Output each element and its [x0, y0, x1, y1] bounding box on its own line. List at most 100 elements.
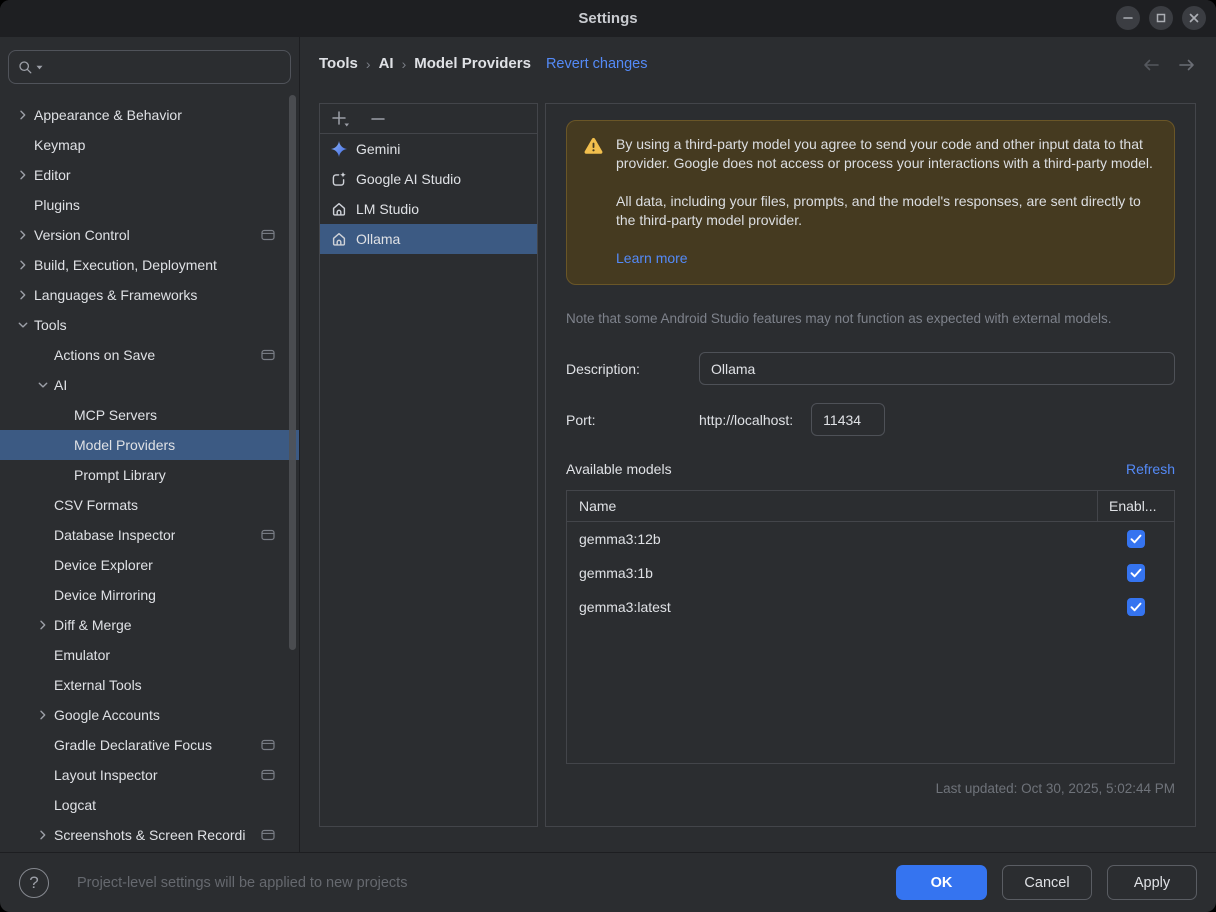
provider-item-gemini[interactable]: Gemini: [320, 134, 537, 164]
settings-search-box[interactable]: [8, 50, 291, 84]
sidebar-item-label: CSV Formats: [54, 497, 138, 513]
column-header-enabled[interactable]: Enabl...: [1098, 491, 1174, 521]
model-enabled-cell: [1098, 530, 1174, 548]
sidebar-item-build-execution-deployment[interactable]: Build, Execution, Deployment: [0, 250, 299, 280]
sidebar-item-languages-frameworks[interactable]: Languages & Frameworks: [0, 280, 299, 310]
search-icon: [18, 60, 33, 75]
sidebar-item-appearance-behavior[interactable]: Appearance & Behavior: [0, 100, 299, 130]
per-project-icon: [261, 529, 275, 541]
chevron-down-icon[interactable]: [32, 377, 54, 393]
description-label: Description:: [566, 361, 699, 377]
provider-item-google-ai-studio[interactable]: Google AI Studio: [320, 164, 537, 194]
sidebar-item-label: Tools: [34, 317, 67, 333]
chevron-right-icon[interactable]: [12, 287, 34, 303]
chevron-right-icon[interactable]: [12, 107, 34, 123]
sidebar-item-logcat[interactable]: Logcat: [0, 790, 299, 820]
learn-more-link[interactable]: Learn more: [616, 249, 688, 268]
chevron-right-icon[interactable]: [12, 257, 34, 273]
revert-changes-link[interactable]: Revert changes: [546, 56, 648, 72]
breadcrumb-tools[interactable]: Tools: [319, 55, 358, 72]
model-row-gemma3-1b[interactable]: gemma3:1b: [567, 556, 1174, 590]
model-name: gemma3:12b: [567, 531, 1098, 547]
sidebar-item-label: Device Mirroring: [54, 587, 156, 603]
port-label: Port:: [566, 412, 699, 428]
forward-arrow-icon[interactable]: [1176, 57, 1198, 73]
breadcrumb-model-providers[interactable]: Model Providers: [414, 55, 531, 72]
chevron-right-icon[interactable]: [12, 227, 34, 243]
sidebar-item-prompt-library[interactable]: Prompt Library: [0, 460, 299, 490]
search-input[interactable]: [46, 59, 281, 75]
breadcrumb-row: Tools › AI › Model Providers Revert chan…: [300, 37, 1216, 103]
maximize-icon: [1155, 12, 1167, 24]
sidebar-item-label: Plugins: [34, 197, 80, 213]
column-header-name[interactable]: Name: [567, 491, 1098, 521]
cancel-button[interactable]: Cancel: [1002, 865, 1092, 900]
sidebar-item-screenshots-screen-recordi[interactable]: Screenshots & Screen Recordi: [0, 820, 299, 850]
chevron-right-icon[interactable]: [12, 167, 34, 183]
warning-icon: [583, 137, 604, 156]
model-row-gemma3-latest[interactable]: gemma3:latest: [567, 590, 1174, 624]
minimize-button[interactable]: [1116, 6, 1140, 30]
sidebar-item-diff-merge[interactable]: Diff & Merge: [0, 610, 299, 640]
enabled-checkbox-checked[interactable]: [1127, 530, 1145, 548]
sidebar-item-device-explorer[interactable]: Device Explorer: [0, 550, 299, 580]
ok-button[interactable]: OK: [896, 865, 987, 900]
refresh-link[interactable]: Refresh: [1126, 461, 1175, 477]
sidebar-item-model-providers[interactable]: Model Providers: [0, 430, 299, 460]
sidebar-item-label: Gradle Declarative Focus: [54, 737, 212, 753]
sidebar-item-device-mirroring[interactable]: Device Mirroring: [0, 580, 299, 610]
sidebar-item-database-inspector[interactable]: Database Inspector: [0, 520, 299, 550]
breadcrumb-ai[interactable]: AI: [379, 55, 394, 72]
enabled-checkbox-checked[interactable]: [1127, 564, 1145, 582]
enabled-checkbox-checked[interactable]: [1127, 598, 1145, 616]
sidebar-item-version-control[interactable]: Version Control: [0, 220, 299, 250]
help-button[interactable]: ?: [19, 868, 49, 898]
model-enabled-cell: [1098, 598, 1174, 616]
sidebar-item-csv-formats[interactable]: CSV Formats: [0, 490, 299, 520]
provider-label: LM Studio: [356, 201, 419, 217]
sidebar-item-editor[interactable]: Editor: [0, 160, 299, 190]
maximize-button[interactable]: [1149, 6, 1173, 30]
sidebar-item-label: Keymap: [34, 137, 85, 153]
sidebar-item-google-accounts[interactable]: Google Accounts: [0, 700, 299, 730]
port-input[interactable]: [811, 403, 885, 436]
sidebar-item-gradle-declarative-focus[interactable]: Gradle Declarative Focus: [0, 730, 299, 760]
dialog-footer: ? Project-level settings will be applied…: [0, 852, 1216, 912]
sidebar-item-label: Logcat: [54, 797, 96, 813]
sidebar-scrollbar[interactable]: [289, 95, 296, 650]
provider-item-lm-studio[interactable]: LM Studio: [320, 194, 537, 224]
close-button[interactable]: [1182, 6, 1206, 30]
gemini-icon: [330, 141, 347, 157]
sidebar-item-keymap[interactable]: Keymap: [0, 130, 299, 160]
chevron-right-icon[interactable]: [32, 707, 54, 723]
window-title: Settings: [578, 10, 637, 27]
chevron-right-icon[interactable]: [32, 827, 54, 843]
sidebar-item-emulator[interactable]: Emulator: [0, 640, 299, 670]
sidebar-item-tools[interactable]: Tools: [0, 310, 299, 340]
provider-item-ollama[interactable]: Ollama: [320, 224, 537, 254]
sidebar-item-label: Languages & Frameworks: [34, 287, 197, 303]
sidebar-item-label: Actions on Save: [54, 347, 155, 363]
sidebar-item-label: Screenshots & Screen Recordi: [54, 827, 245, 843]
remove-provider-button[interactable]: [370, 111, 386, 127]
sidebar-item-label: Editor: [34, 167, 71, 183]
chevron-down-icon[interactable]: [12, 317, 34, 333]
sidebar-item-mcp-servers[interactable]: MCP Servers: [0, 400, 299, 430]
back-arrow-icon[interactable]: [1140, 57, 1162, 73]
settings-tree: Appearance & Behavior Keymap Editor Plugins…: [0, 100, 299, 852]
models-table: Name Enabl... gemma3:12b gemma3:1bgemma3:…: [566, 490, 1175, 764]
per-project-icon: [261, 769, 275, 781]
model-row-gemma3-12b[interactable]: gemma3:12b: [567, 522, 1174, 556]
titlebar: Settings: [0, 0, 1216, 37]
sidebar-item-label: External Tools: [54, 677, 142, 693]
apply-button[interactable]: Apply: [1107, 865, 1197, 900]
sidebar-item-ai[interactable]: AI: [0, 370, 299, 400]
sidebar-item-external-tools[interactable]: External Tools: [0, 670, 299, 700]
description-input[interactable]: [699, 352, 1175, 385]
chevron-right-icon[interactable]: [32, 617, 54, 633]
sidebar-item-layout-inspector[interactable]: Layout Inspector: [0, 760, 299, 790]
sidebar-item-actions-on-save[interactable]: Actions on Save: [0, 340, 299, 370]
add-provider-button[interactable]: [331, 110, 351, 128]
breadcrumb: Tools › AI › Model Providers Revert chan…: [319, 55, 648, 72]
sidebar-item-plugins[interactable]: Plugins: [0, 190, 299, 220]
